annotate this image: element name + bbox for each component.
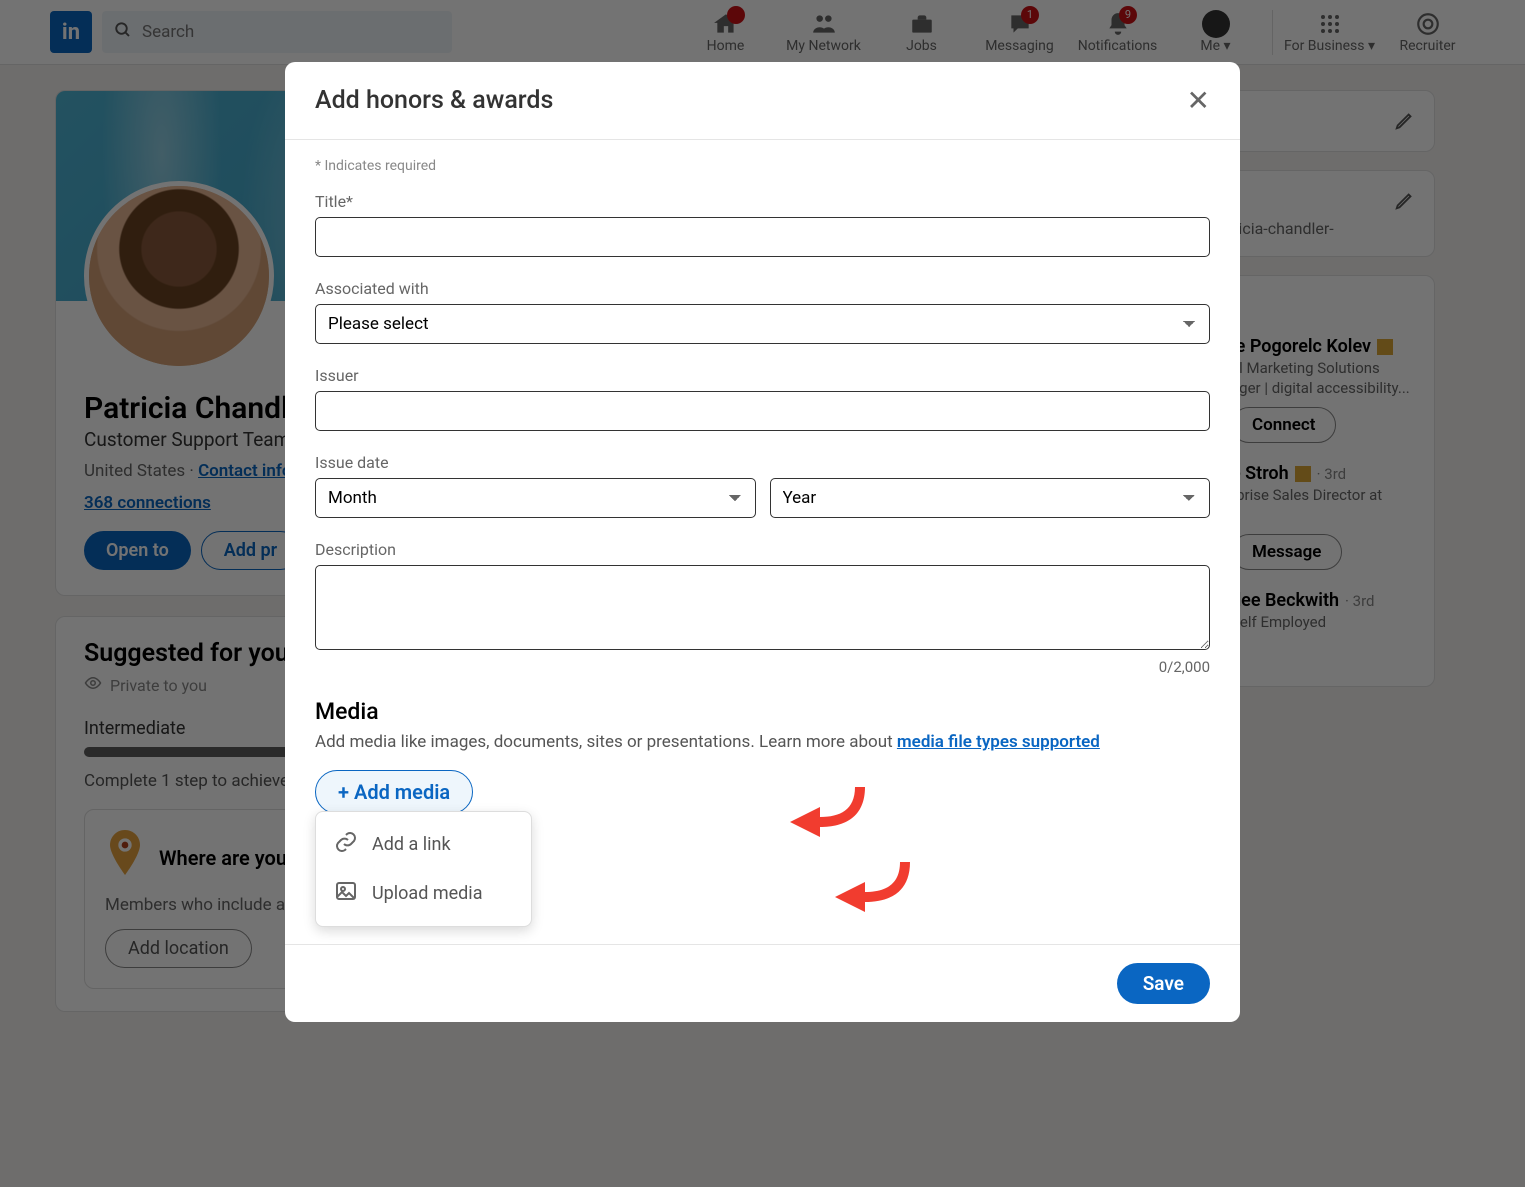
issue-date-label: Issue date: [315, 453, 1210, 472]
issuer-input[interactable]: [315, 391, 1210, 431]
upload-media-option[interactable]: Upload media: [316, 869, 531, 918]
modal-title: Add honors & awards: [315, 86, 553, 115]
close-button[interactable]: ✕: [1187, 84, 1210, 117]
media-description: Add media like images, documents, sites …: [315, 732, 1210, 752]
media-dropdown-menu: Add a link Upload media: [315, 811, 532, 927]
add-media-button[interactable]: + Add media: [315, 770, 473, 814]
modal-overlay[interactable]: Add honors & awards ✕ * Indicates requir…: [0, 0, 1525, 1187]
title-input[interactable]: [315, 217, 1210, 257]
title-label: Title*: [315, 192, 1210, 211]
add-link-option[interactable]: Add a link: [316, 820, 531, 869]
description-textarea[interactable]: [315, 565, 1210, 650]
media-types-link[interactable]: media file types supported: [897, 732, 1100, 752]
year-select[interactable]: Year: [770, 478, 1211, 518]
associated-label: Associated with: [315, 279, 1210, 298]
associated-select[interactable]: Please select: [315, 304, 1210, 344]
required-note: * Indicates required: [315, 158, 1210, 174]
close-icon: ✕: [1187, 84, 1210, 117]
char-count: 0/2,000: [315, 658, 1210, 676]
save-button[interactable]: Save: [1117, 963, 1210, 1004]
media-heading: Media: [315, 698, 1210, 725]
month-select[interactable]: Month: [315, 478, 756, 518]
image-icon: [334, 879, 358, 908]
add-honors-modal: Add honors & awards ✕ * Indicates requir…: [285, 62, 1240, 1022]
link-icon: [334, 830, 358, 859]
description-label: Description: [315, 540, 1210, 559]
issuer-label: Issuer: [315, 366, 1210, 385]
